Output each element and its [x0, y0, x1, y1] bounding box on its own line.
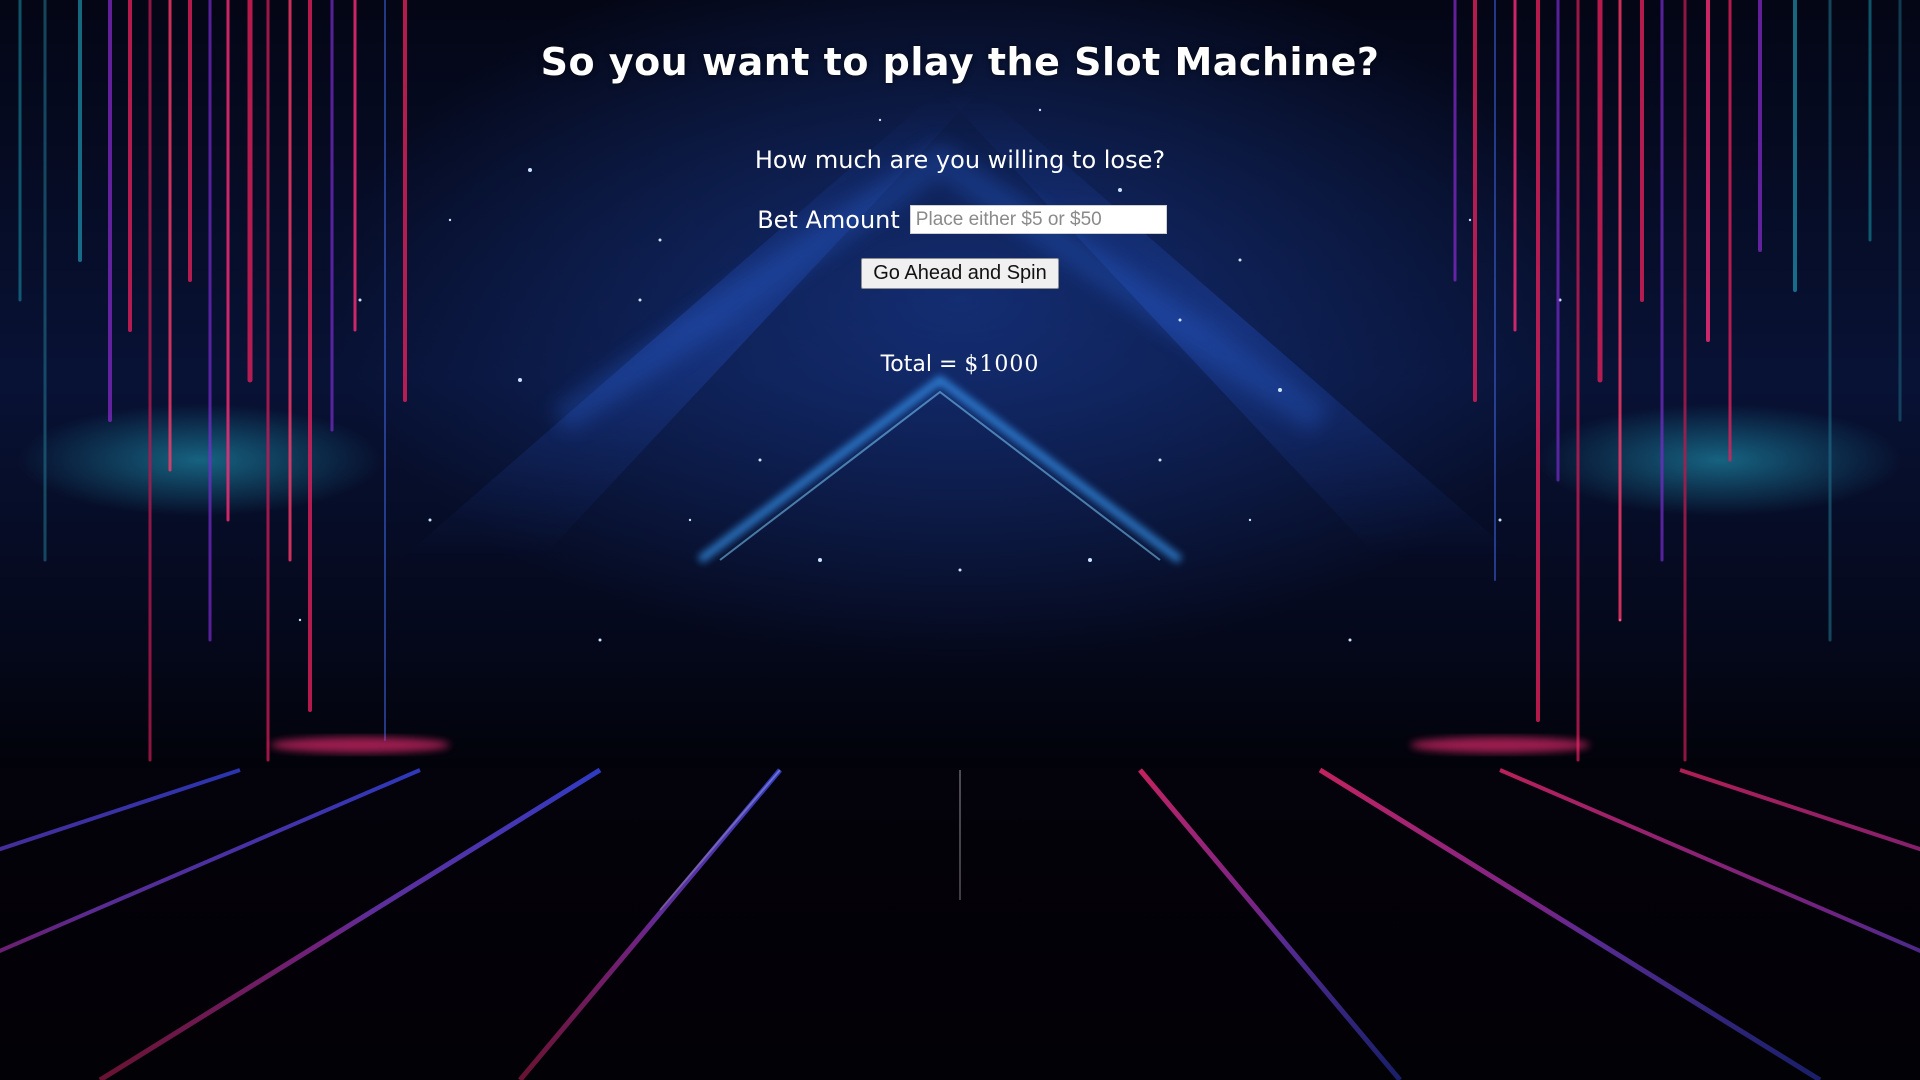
bet-amount-input[interactable]	[909, 205, 1167, 234]
spin-button[interactable]: Go Ahead and Spin	[861, 258, 1059, 289]
slot-machine-form: So you want to play the Slot Machine? Ho…	[0, 0, 1920, 420]
bet-row: Bet Amount	[0, 205, 1920, 234]
stage-glow	[270, 737, 1590, 753]
spin-row: Go Ahead and Spin	[0, 258, 1920, 289]
total-value: $1000	[964, 352, 1040, 377]
total-label: Total =	[880, 352, 965, 377]
slot-machine-page: So you want to play the Slot Machine? Ho…	[0, 0, 1920, 1080]
bet-amount-label: Bet Amount	[757, 205, 900, 234]
neon-grid-floor	[0, 767, 1920, 1080]
bet-prompt: How much are you willing to lose?	[754, 146, 1166, 174]
total-display: Total = $1000	[0, 352, 1920, 377]
page-title: So you want to play the Slot Machine?	[540, 40, 1380, 84]
